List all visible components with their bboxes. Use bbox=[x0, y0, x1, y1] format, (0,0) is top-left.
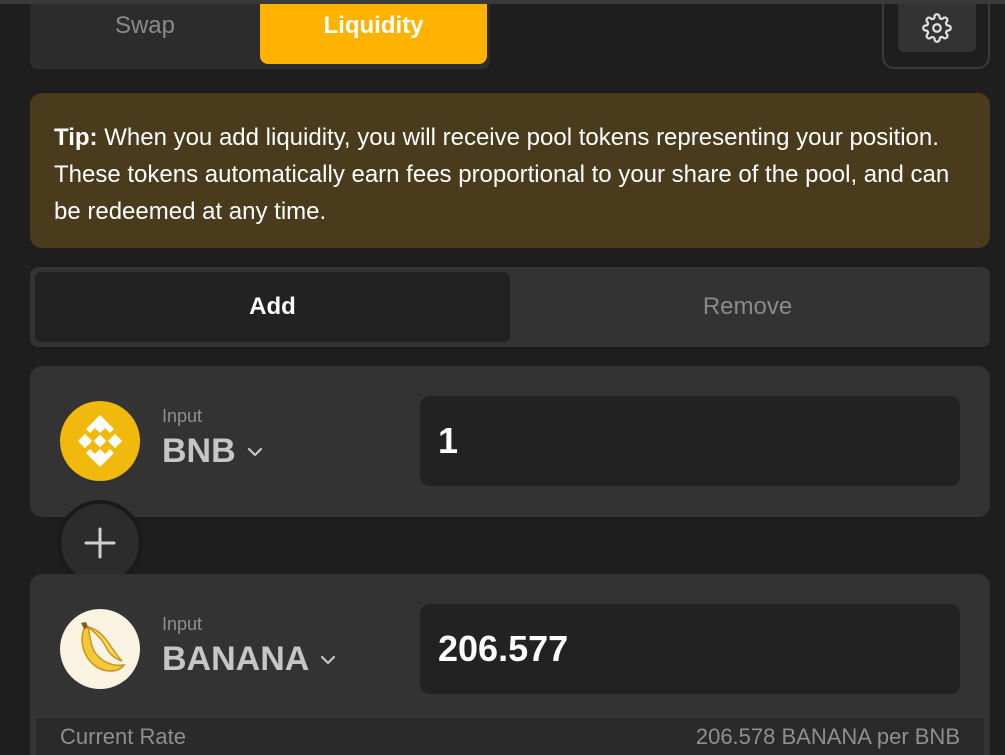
amount-field-container bbox=[420, 396, 960, 486]
token-symbol: BANANA bbox=[162, 640, 310, 678]
current-rate-row: Current Rate 206.578 BANANA per BNB bbox=[36, 718, 984, 755]
plus-icon bbox=[84, 527, 116, 559]
token-select-banana[interactable]: BANANA bbox=[162, 640, 337, 679]
amount-input-banana[interactable] bbox=[438, 628, 938, 670]
gear-icon bbox=[922, 13, 952, 43]
token-symbol: BNB bbox=[162, 432, 236, 470]
token-select-bnb[interactable]: BNB bbox=[162, 432, 264, 471]
add-remove-toggle: Add Remove bbox=[30, 267, 990, 347]
bnb-icon bbox=[60, 401, 140, 481]
tab-liquidity[interactable]: Liquidity bbox=[260, 4, 487, 64]
add-tab[interactable]: Add bbox=[35, 272, 510, 342]
token-input-panel-banana: Input BANANA Current Rate 206.578 BANANA… bbox=[30, 574, 990, 755]
settings-button[interactable] bbox=[898, 4, 976, 52]
liquidity-tip: Tip: When you add liquidity, you will re… bbox=[30, 93, 990, 248]
remove-tab[interactable]: Remove bbox=[510, 272, 985, 342]
rate-label: Current Rate bbox=[60, 723, 186, 749]
token-input-label: Input bbox=[162, 406, 203, 426]
banana-icon bbox=[60, 609, 140, 689]
tip-label: Tip: bbox=[54, 124, 98, 151]
rate-value: 206.578 BANANA per BNB bbox=[695, 723, 960, 749]
chevron-down-icon bbox=[321, 655, 336, 664]
amount-input-bnb[interactable] bbox=[438, 420, 938, 462]
token-input-label: Input bbox=[162, 614, 203, 634]
chevron-down-icon bbox=[247, 447, 262, 456]
token-input-panel-bnb: Input BNB bbox=[30, 366, 990, 517]
swap-liquidity-tabs: Swap Liquidity bbox=[30, 4, 490, 69]
amount-field-container bbox=[420, 604, 960, 694]
tip-text: When you add liquidity, you will receive… bbox=[54, 124, 950, 225]
settings-container bbox=[882, 0, 990, 69]
tab-swap[interactable]: Swap bbox=[30, 4, 260, 64]
